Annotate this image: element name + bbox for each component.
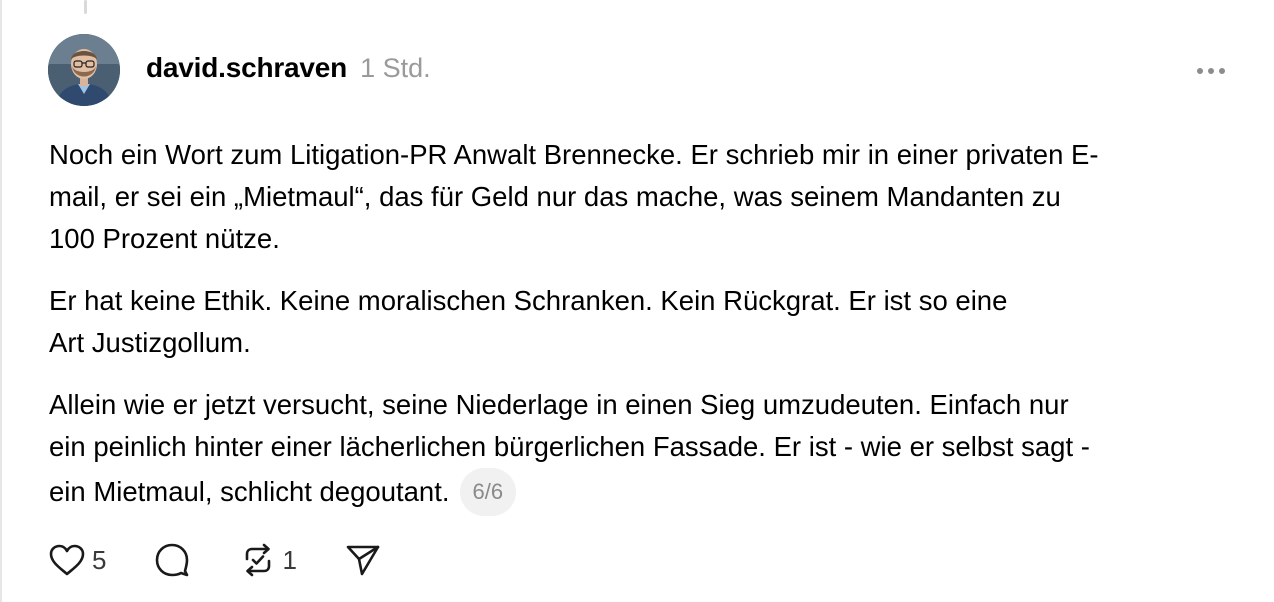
repost-icon	[246, 543, 271, 577]
more-horizontal-icon	[1197, 68, 1225, 74]
thread-connector-line	[84, 0, 87, 14]
more-options-button[interactable]	[1190, 56, 1232, 86]
post-paragraph-last: Allein wie er jetzt versucht, seine Nied…	[49, 384, 1239, 516]
action-bar: 5 1	[48, 538, 381, 582]
avatar-image	[48, 34, 120, 106]
post-timestamp[interactable]: 1 Std.	[360, 53, 431, 84]
share-button[interactable]	[345, 542, 381, 578]
repost-count: 1	[282, 544, 297, 575]
post-paragraph: Er hat keine Ethik. Keine moralischen Sc…	[49, 285, 1008, 358]
thread-page-badge: 6/6	[459, 468, 517, 516]
like-button[interactable]: 5	[48, 543, 106, 577]
comment-button[interactable]	[154, 542, 190, 578]
heart-icon	[49, 544, 85, 576]
comment-bubble-icon	[156, 543, 189, 577]
post-paragraph-text: Allein wie er jetzt versucht, seine Nied…	[49, 389, 1090, 507]
username-link[interactable]: david.schraven	[146, 52, 347, 84]
post-paragraph: Noch ein Wort zum Litigation-PR Anwalt B…	[49, 139, 1099, 254]
send-icon	[346, 545, 380, 576]
repost-button[interactable]: 1	[240, 542, 297, 578]
post-header: david.schraven 1 Std.	[146, 52, 431, 92]
avatar[interactable]	[48, 34, 120, 106]
thread-border	[0, 0, 2, 602]
like-count: 5	[92, 544, 107, 575]
post-body: Noch ein Wort zum Litigation-PR Anwalt B…	[49, 134, 1239, 536]
